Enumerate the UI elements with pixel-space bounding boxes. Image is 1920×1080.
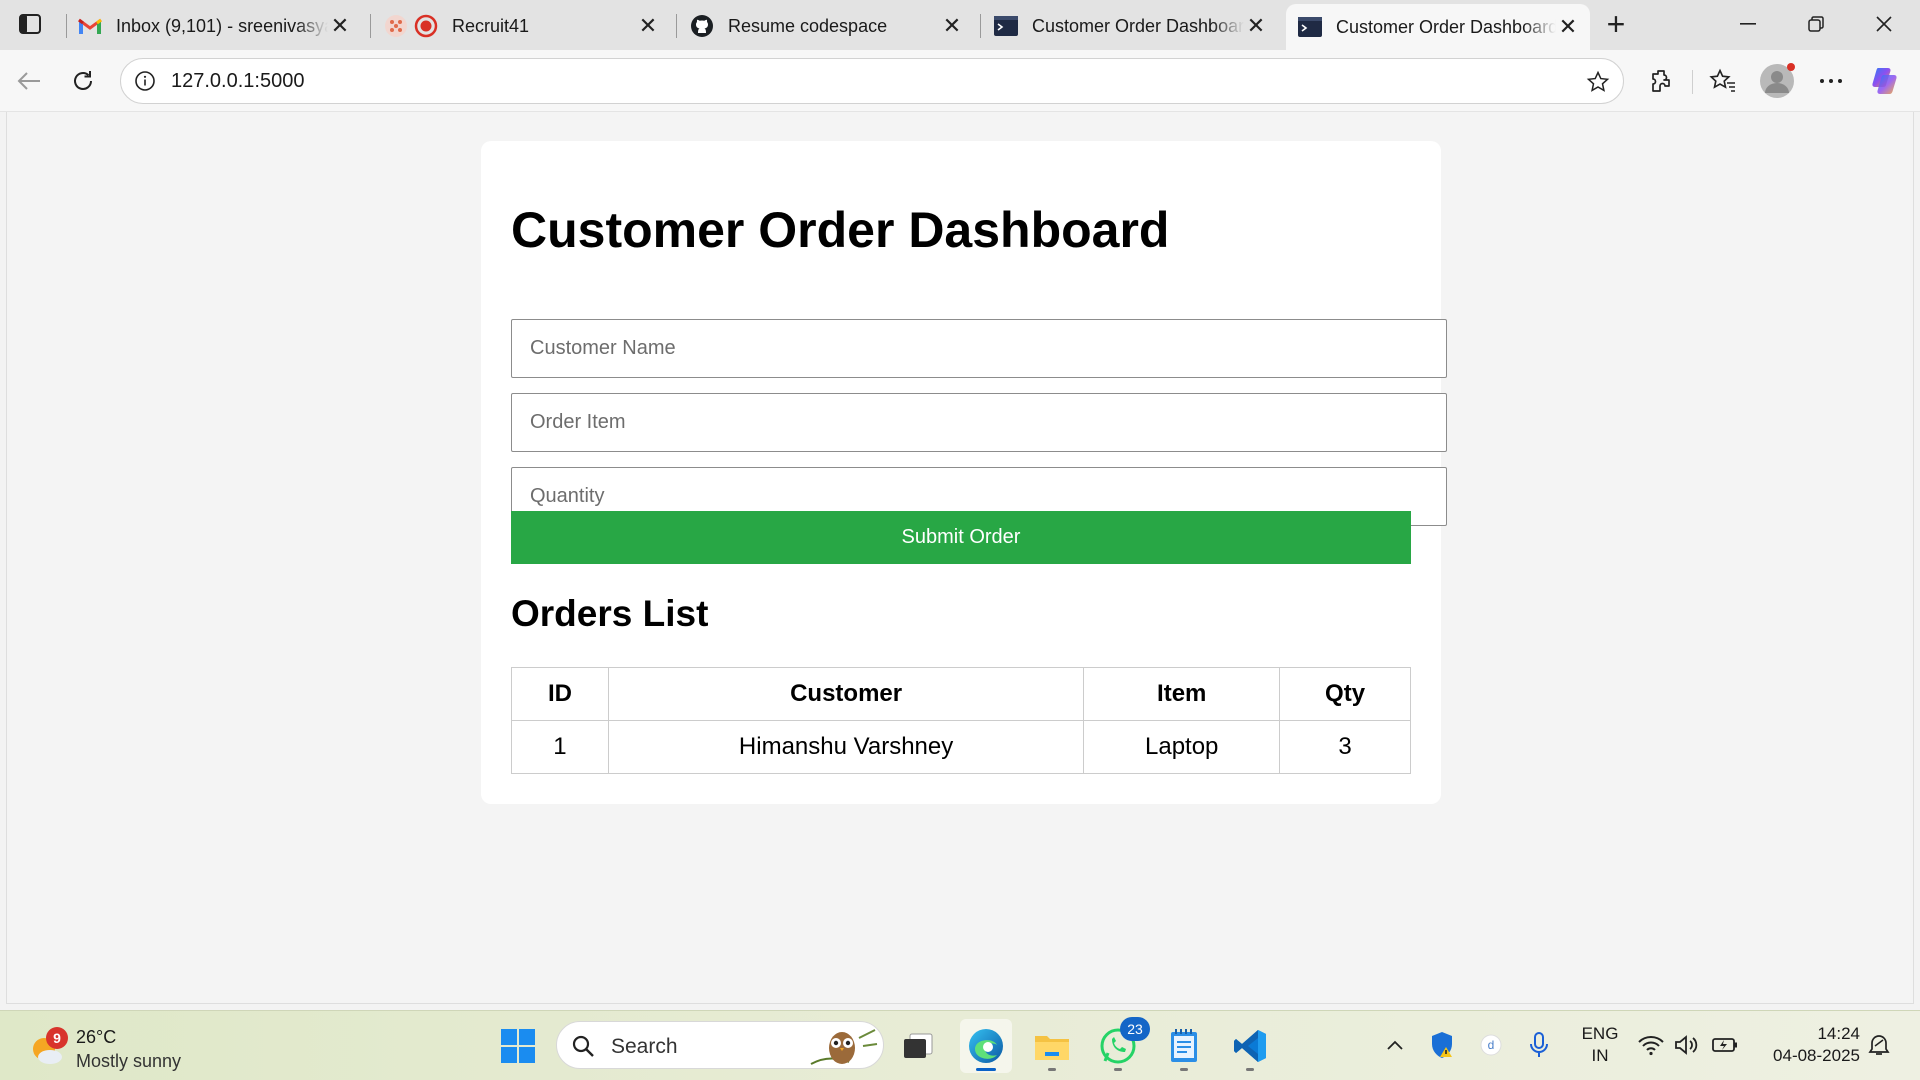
close-icon[interactable]: ✕	[636, 13, 660, 38]
github-icon	[690, 14, 714, 38]
owl-search-highlight-icon	[809, 1024, 879, 1068]
favorite-star-icon[interactable]	[1585, 69, 1611, 95]
favorites-icon[interactable]	[1706, 64, 1740, 98]
cell-item: Laptop	[1083, 720, 1281, 774]
close-icon[interactable]: ✕	[1244, 13, 1268, 38]
cell-customer: Himanshu Varshney	[607, 720, 1085, 774]
tab-title: Customer Order Dashboard	[1032, 15, 1244, 36]
battery-icon[interactable]	[1710, 1029, 1740, 1061]
app-running-indicator	[1246, 1068, 1254, 1071]
notifications-icon[interactable]	[1864, 1029, 1894, 1061]
chevron-up-icon[interactable]	[1380, 1029, 1410, 1061]
volume-icon[interactable]	[1672, 1029, 1702, 1061]
region-code: IN	[1591, 1046, 1609, 1065]
back-arrow-icon[interactable]	[10, 62, 48, 100]
tab-title: Resume codespace	[728, 15, 888, 36]
tab-title: Customer Order Dashboard	[1336, 16, 1556, 37]
file-explorer-icon[interactable]	[1026, 1019, 1078, 1073]
tab-title: Inbox (9,101) - sreenivasyadav	[116, 15, 328, 36]
tab-actions-icon[interactable]	[14, 10, 46, 38]
taskbar-search[interactable]: Search	[556, 1021, 884, 1069]
taskbar: 9 26°C Mostly sunny Search 23 d ENG IN 1…	[0, 1010, 1920, 1080]
tab-github[interactable]: Resume codespace ✕	[678, 4, 974, 48]
tab-title: Recruit41	[452, 15, 530, 36]
task-view-icon[interactable]	[892, 1019, 944, 1073]
browser-toolbar: 127.0.0.1:5000	[0, 50, 1920, 112]
tab-strip: Inbox (9,101) - sreenivasyadav ✕ Recruit…	[0, 0, 1920, 50]
tab-separator	[370, 14, 371, 38]
minimize-icon[interactable]	[1718, 6, 1778, 42]
dashboard-card: Customer Order Dashboard Submit Order Or…	[481, 141, 1447, 804]
more-menu-icon[interactable]	[1814, 64, 1848, 98]
weather-alert-badge: 9	[46, 1027, 68, 1049]
whatsapp-unread-badge: 23	[1120, 1017, 1150, 1041]
clock-time: 14:24	[1817, 1024, 1860, 1043]
language-code: ENG	[1581, 1024, 1619, 1043]
url-text[interactable]: 127.0.0.1:5000	[171, 70, 304, 93]
tab-gmail[interactable]: Inbox (9,101) - sreenivasyadav ✕	[66, 4, 362, 48]
cell-qty: 3	[1279, 720, 1411, 774]
column-header-qty: Qty	[1279, 667, 1411, 721]
tab-separator	[980, 14, 981, 38]
extensions-icon[interactable]	[1644, 64, 1678, 98]
close-icon[interactable]: ✕	[940, 13, 964, 38]
app-running-indicator	[1048, 1068, 1056, 1071]
copilot-icon[interactable]	[1868, 64, 1902, 98]
app-running-indicator	[1180, 1068, 1188, 1071]
vscode-icon[interactable]	[1224, 1019, 1276, 1073]
order-item-input[interactable]	[511, 393, 1447, 452]
restore-icon[interactable]	[1786, 6, 1846, 42]
whatsapp-icon[interactable]: 23	[1092, 1017, 1150, 1073]
column-header-item: Item	[1083, 667, 1281, 721]
submit-order-button[interactable]: Submit Order	[511, 511, 1411, 564]
tab-customer-order-dashboard-active[interactable]: Customer Order Dashboard ✕	[1286, 4, 1590, 50]
terminal-icon	[1298, 15, 1322, 39]
gmail-icon	[78, 14, 102, 38]
active-app-indicator	[976, 1068, 996, 1071]
info-icon[interactable]	[133, 69, 157, 93]
microphone-icon[interactable]	[1524, 1029, 1554, 1061]
search-icon	[571, 1034, 595, 1058]
wifi-icon[interactable]	[1636, 1029, 1666, 1061]
reload-icon[interactable]	[64, 62, 102, 100]
security-shield-icon[interactable]	[1428, 1029, 1458, 1061]
weather-condition: Mostly sunny	[76, 1051, 182, 1071]
weather-temperature: 26°C	[76, 1027, 117, 1047]
close-icon[interactable]: ✕	[328, 13, 352, 38]
toolbar-divider	[1692, 70, 1693, 94]
close-icon[interactable]: ✕	[1556, 14, 1580, 39]
orders-list-heading: Orders List	[511, 593, 709, 634]
orders-table: ID Customer Item Qty 1 Himanshu Varshney…	[511, 667, 1411, 774]
search-label: Search	[611, 1035, 678, 1058]
system-clock[interactable]: 14:24 04-08-2025	[1760, 1023, 1860, 1067]
app-tray-icon[interactable]: d	[1476, 1029, 1506, 1061]
terminal-icon	[994, 14, 1018, 38]
svg-text:d: d	[1488, 1038, 1495, 1052]
column-header-id: ID	[511, 667, 609, 721]
app-running-indicator	[1114, 1068, 1122, 1071]
edge-browser-icon[interactable]	[960, 1019, 1012, 1073]
table-row: 1 Himanshu Varshney Laptop 3	[511, 720, 1411, 774]
page-title: Customer Order Dashboard	[511, 202, 1170, 258]
profile-avatar[interactable]	[1758, 62, 1796, 100]
notepad-icon[interactable]	[1158, 1019, 1210, 1073]
column-header-customer: Customer	[607, 667, 1085, 721]
start-button[interactable]	[492, 1019, 544, 1073]
clock-date: 04-08-2025	[1773, 1046, 1860, 1065]
tab-recruit41[interactable]: Recruit41 ✕	[372, 4, 670, 48]
weather-widget[interactable]: 9 26°C Mostly sunny	[28, 1019, 208, 1073]
grid-dots-icon	[384, 14, 408, 38]
table-header-row: ID Customer Item Qty	[511, 667, 1411, 721]
language-indicator[interactable]: ENG IN	[1578, 1023, 1622, 1067]
tab-customer-order-dashboard[interactable]: Customer Order Dashboard ✕	[982, 4, 1278, 48]
window-close-icon[interactable]	[1854, 6, 1914, 42]
record-icon	[414, 14, 438, 38]
cell-id: 1	[511, 720, 609, 774]
address-bar[interactable]: 127.0.0.1:5000	[120, 58, 1624, 104]
page-viewport: Customer Order Dashboard Submit Order Or…	[6, 112, 1914, 1004]
tab-separator	[676, 14, 677, 38]
new-tab-button[interactable]: +	[1598, 6, 1634, 42]
customer-name-input[interactable]	[511, 319, 1447, 378]
